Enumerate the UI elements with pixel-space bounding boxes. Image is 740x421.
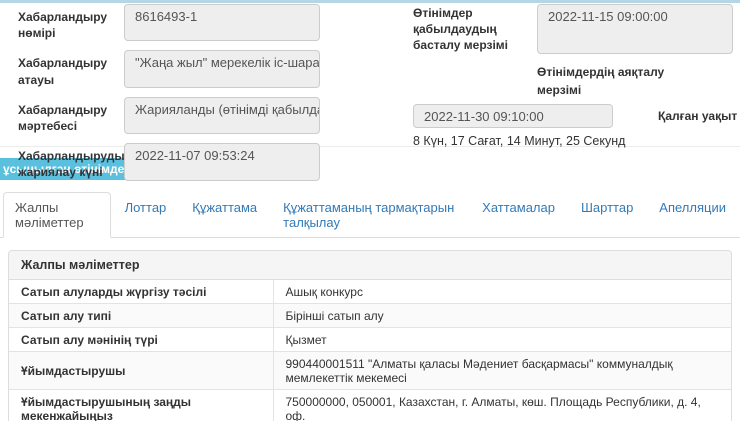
announcement-tabs: Жалпы мәліметтер Лоттар Құжаттама Құжатт…	[0, 192, 740, 238]
general-info-panel: Жалпы мәліметтер Сатып алуларды жүргізу …	[8, 250, 732, 421]
tab-general-info[interactable]: Жалпы мәліметтер	[3, 192, 111, 238]
table-row: Ұйымдастырушының заңды мекенжайыңыз 7500…	[9, 390, 731, 421]
tab-documentation-link[interactable]: Құжаттама	[180, 192, 269, 223]
organizer-value: 990440001511 "Алматы қаласы Мәдениет бас…	[273, 352, 731, 390]
publish-date-label: Хабарландыруды жариялау күні	[0, 143, 124, 180]
tab-documentation-discussion-link[interactable]: Құжаттаманың тармақтарын талқылау	[271, 192, 468, 238]
applications-start-row: Өтінімдер қабылдаудың басталу мерзімі 20…	[413, 4, 740, 54]
announcement-title-label: Хабарландыру атауы	[0, 50, 124, 87]
tab-protocols[interactable]: Хаттамалар	[470, 192, 567, 238]
table-row: Сатып алу типі Бірінші сатып алу	[9, 304, 731, 328]
general-info-table: Сатып алуларды жүргізу тәсілі Ашық конку…	[9, 280, 731, 421]
tab-lots-link[interactable]: Лоттар	[113, 192, 179, 223]
announcement-status-row: Хабарландыру мәртебесі Жарияланды (өтіні…	[0, 97, 400, 134]
applications-end-row: 2022-11-30 09:10:00 Қалған уақыт	[413, 104, 740, 128]
remaining-time-label: Қалған уақыт	[658, 109, 737, 123]
procurement-method-value: Ашық конкурс	[273, 280, 731, 304]
announcement-title-field[interactable]: "Жаңа жыл" мерекелік іс-шарасын безе	[124, 50, 320, 87]
table-row: Сатып алу мәнінің түрі Қызмет	[9, 328, 731, 352]
publish-date-field[interactable]: 2022-11-07 09:53:24	[124, 143, 320, 180]
organizer-address-value: 750000000, 050001, Казахстан, г. Алматы,…	[273, 390, 731, 421]
tab-appeals-link[interactable]: Апелляции	[647, 192, 738, 223]
tab-contracts-link[interactable]: Шарттар	[569, 192, 645, 223]
tab-appeals[interactable]: Апелляции	[647, 192, 738, 238]
subject-type-value: Қызмет	[273, 328, 731, 352]
applications-end-field[interactable]: 2022-11-30 09:10:00	[413, 104, 613, 128]
announcement-right-column: Өтінімдер қабылдаудың басталу мерзімі 20…	[413, 4, 740, 148]
applications-end-label: Өтінімдердің аяқталу мерзімі	[537, 63, 697, 99]
announcement-number-row: Хабарландыру нөмірі 8616493-1	[0, 4, 400, 41]
announcement-title-row: Хабарландыру атауы "Жаңа жыл" мерекелік …	[0, 50, 400, 87]
subject-type-label: Сатып алу мәнінің түрі	[9, 328, 273, 352]
tab-documentation-discussion[interactable]: Құжаттаманың тармақтарын талқылау	[271, 192, 468, 238]
tab-contracts[interactable]: Шарттар	[569, 192, 645, 238]
procurement-type-value: Бірінші сатып алу	[273, 304, 731, 328]
tab-general-info-link[interactable]: Жалпы мәліметтер	[3, 192, 111, 238]
organizer-address-label: Ұйымдастырушының заңды мекенжайыңыз	[9, 390, 273, 421]
table-row: Ұйымдастырушы 990440001511 "Алматы қалас…	[9, 352, 731, 390]
applications-start-label: Өтінімдер қабылдаудың басталу мерзімі	[413, 4, 537, 54]
procurement-type-label: Сатып алу типі	[9, 304, 273, 328]
announcement-number-label: Хабарландыру нөмірі	[0, 4, 124, 41]
tab-lots[interactable]: Лоттар	[113, 192, 179, 238]
remaining-time-countdown: 8 Күн, 17 Сағат, 14 Минут, 25 Секунд	[413, 134, 740, 148]
announcement-status-label: Хабарландыру мәртебесі	[0, 97, 124, 134]
tab-documentation[interactable]: Құжаттама	[180, 192, 269, 238]
general-info-panel-title: Жалпы мәліметтер	[9, 251, 731, 280]
applications-start-field[interactable]: 2022-11-15 09:00:00	[537, 4, 733, 54]
announcement-number-field[interactable]: 8616493-1	[124, 4, 320, 41]
procurement-method-label: Сатып алуларды жүргізу тәсілі	[9, 280, 273, 304]
tab-protocols-link[interactable]: Хаттамалар	[470, 192, 567, 223]
table-row: Сатып алуларды жүргізу тәсілі Ашық конку…	[9, 280, 731, 304]
announcement-header-form: Хабарландыру нөмірі 8616493-1 Хабарланды…	[0, 3, 740, 146]
organizer-label: Ұйымдастырушы	[9, 352, 273, 390]
publish-date-row: Хабарландыруды жариялау күні 2022-11-07 …	[0, 143, 400, 180]
announcement-status-field[interactable]: Жарияланды (өтінімді қабылдау)	[124, 97, 320, 134]
announcement-left-column: Хабарландыру нөмірі 8616493-1 Хабарланды…	[0, 4, 400, 190]
